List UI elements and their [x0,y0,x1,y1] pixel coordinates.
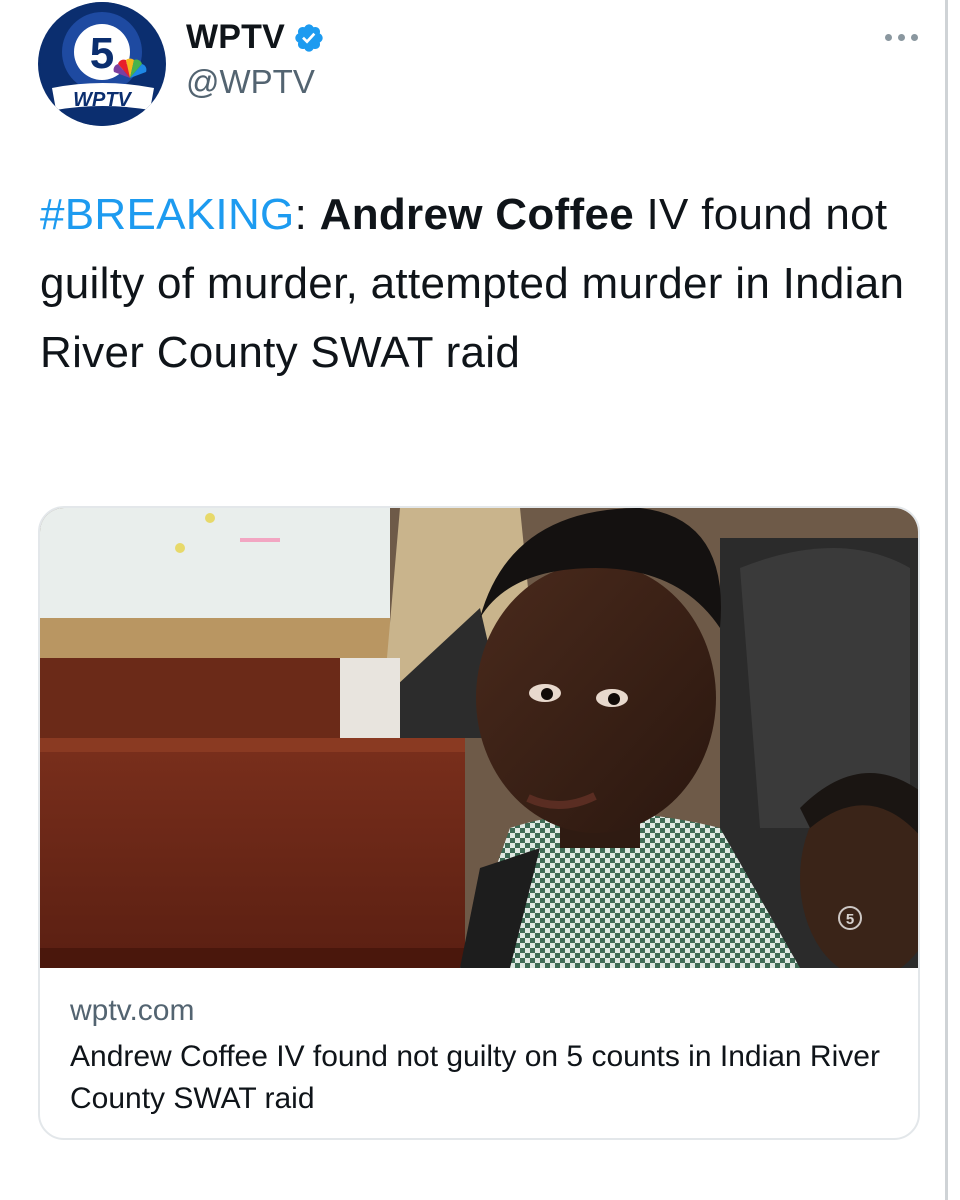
avatar[interactable]: 5 WPTV [38,2,166,126]
card-image[interactable]: 5 [40,508,918,968]
card-title[interactable]: Andrew Coffee IV found not guilty on 5 c… [70,1036,900,1120]
divider [945,0,948,1200]
hashtag-link[interactable]: #BREAKING [40,190,295,239]
card-domain: wptv.com [70,994,195,1027]
link-card[interactable]: 5 wptv.com Andrew Coffee IV found not gu… [38,506,920,1140]
logo-text: WPTV [73,89,132,111]
display-name[interactable]: WPTV [186,18,285,57]
more-dot [898,34,905,41]
text-separator: : [294,190,320,239]
wptv-logo-icon: 5 WPTV [40,2,164,126]
card-meta: wptv.com Andrew Coffee IV found not guil… [70,994,900,1120]
handle[interactable]: @WPTV [186,63,325,101]
verified-badge-icon [293,22,325,54]
more-dot [911,34,918,41]
author-name-row[interactable]: WPTV [186,18,325,57]
logo-number: 5 [90,29,114,78]
courtroom-photo: 5 [40,508,918,968]
card-watermark: 5 [846,911,854,928]
tweet-text: #BREAKING: Andrew Coffee IV found not gu… [40,180,920,387]
text-bold-name: Andrew Coffee [319,190,634,239]
more-options-button[interactable] [879,28,924,47]
author-block: WPTV @WPTV [186,18,325,101]
more-horizontal-icon [885,34,892,41]
